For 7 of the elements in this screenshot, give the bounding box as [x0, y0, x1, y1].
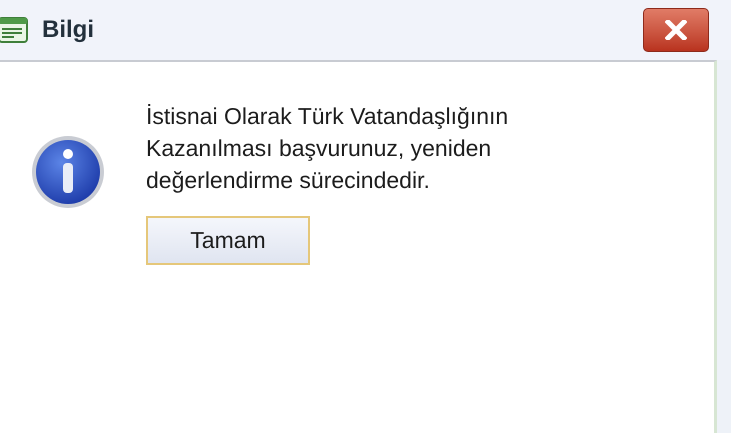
message-text: İstisnai Olarak Türk Vatandaşlığının Kazanılması başvurunuz, yeniden değerlendirme sürecindedir. [146, 102, 508, 195]
info-icon [30, 134, 106, 210]
close-icon [665, 20, 687, 40]
close-button[interactable] [643, 8, 709, 52]
window-icon [0, 15, 28, 45]
ok-button[interactable]: Tamam [146, 216, 310, 265]
window-title: Bilgi [42, 15, 94, 45]
